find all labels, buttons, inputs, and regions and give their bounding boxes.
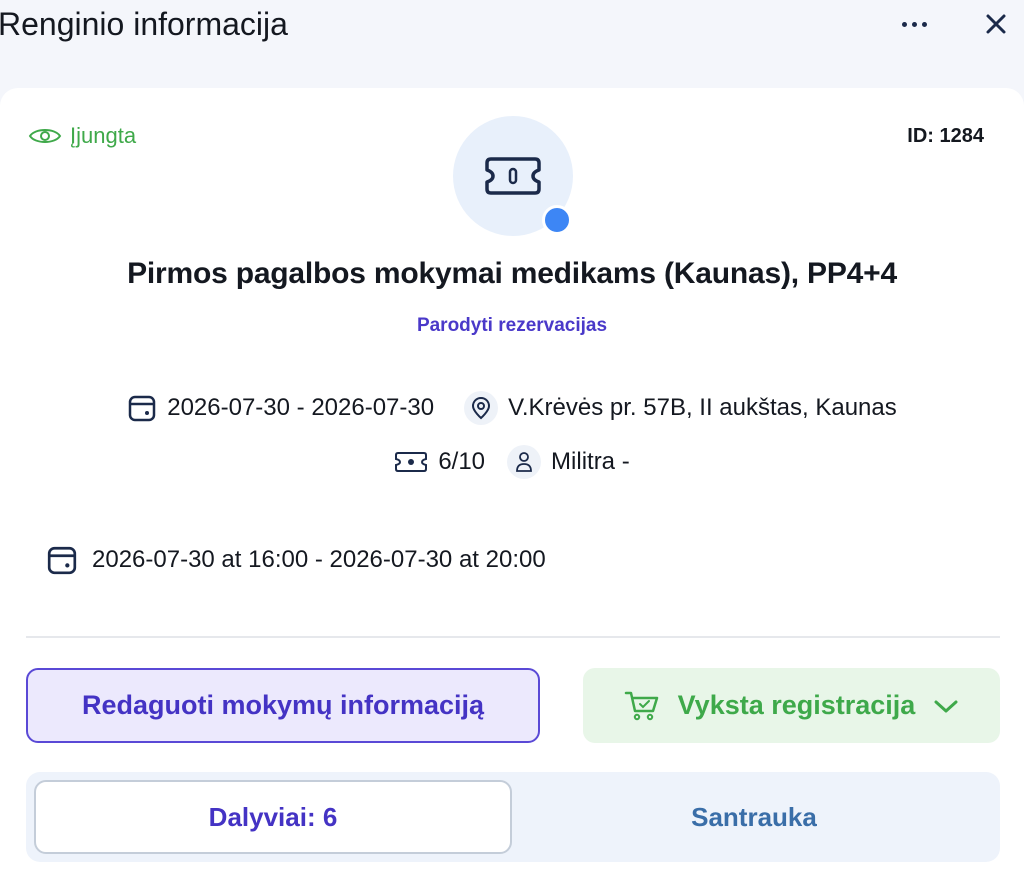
ticket-count: 6/10 [394, 448, 485, 476]
session-text: 2026-07-30 at 16:00 - 2026-07-30 at 20:0… [92, 546, 546, 573]
eye-icon [28, 129, 62, 143]
ticket-count-text: 6/10 [438, 448, 486, 475]
status-dropdown-label: Vyksta registracija [677, 690, 916, 720]
session-item: 2026-07-30 at 16:00 - 2026-07-30 at 20:0… [46, 540, 546, 580]
event-title: Pirmos pagalbos mokymai medikams (Kaunas… [127, 257, 897, 290]
event-card: Įjungta ID: 1284 Pirmos pagalbos mokymai… [0, 88, 1024, 880]
divider [26, 636, 1000, 638]
status-indicator-dot [542, 205, 572, 235]
location-text: V.Krėvės pr. 57B, II aukštas, Kaunas [508, 394, 897, 421]
event-id: ID: 1284 [907, 125, 984, 147]
visibility-status[interactable]: Įjungta [28, 122, 136, 150]
tab-participants[interactable]: Dalyviai: 6 [34, 780, 512, 854]
calendar-icon [47, 546, 77, 575]
date-range-text: 2026-07-30 - 2026-07-30 [167, 394, 435, 421]
event-meta-row: 2026-07-30 - 2026-07-30 V.Krėvės pr. 57B… [0, 388, 1024, 428]
edit-training-button[interactable]: Redaguoti mokymų informaciją [26, 668, 540, 743]
close-button[interactable] [978, 6, 1014, 42]
event-location: V.Krėvės pr. 57B, II aukštas, Kaunas [464, 391, 897, 425]
close-icon [986, 14, 1006, 34]
event-meta-row-2: 6/10 Militra - [0, 442, 1024, 482]
ticket-icon [395, 452, 428, 472]
organizer-text: Militra - [551, 448, 630, 475]
calendar-icon [128, 395, 156, 422]
visibility-label: Įjungta [70, 123, 137, 148]
panel-title: Renginio informacija [0, 6, 288, 42]
more-options-button[interactable] [890, 8, 938, 40]
user-icon [516, 452, 532, 472]
location-pin-icon [472, 396, 491, 420]
tab-summary[interactable]: Santrauka [516, 780, 992, 854]
more-icon [901, 21, 907, 27]
ticket-icon [485, 157, 541, 195]
event-date-range: 2026-07-30 - 2026-07-30 [127, 393, 434, 423]
registration-status-dropdown[interactable]: Vyksta registracija [583, 668, 1000, 743]
panel-header: Renginio informacija [0, 0, 1024, 52]
cart-icon [624, 691, 658, 720]
show-reservations-link[interactable]: Parodyti rezervacijas [0, 313, 1024, 339]
tab-bar: Dalyviai: 6 Santrauka [26, 772, 1000, 862]
event-organizer: Militra - [507, 445, 630, 479]
chevron-down-icon [934, 700, 958, 712]
event-info-panel: Renginio informacija Įjungta ID: 1284 Pi… [0, 0, 1024, 880]
